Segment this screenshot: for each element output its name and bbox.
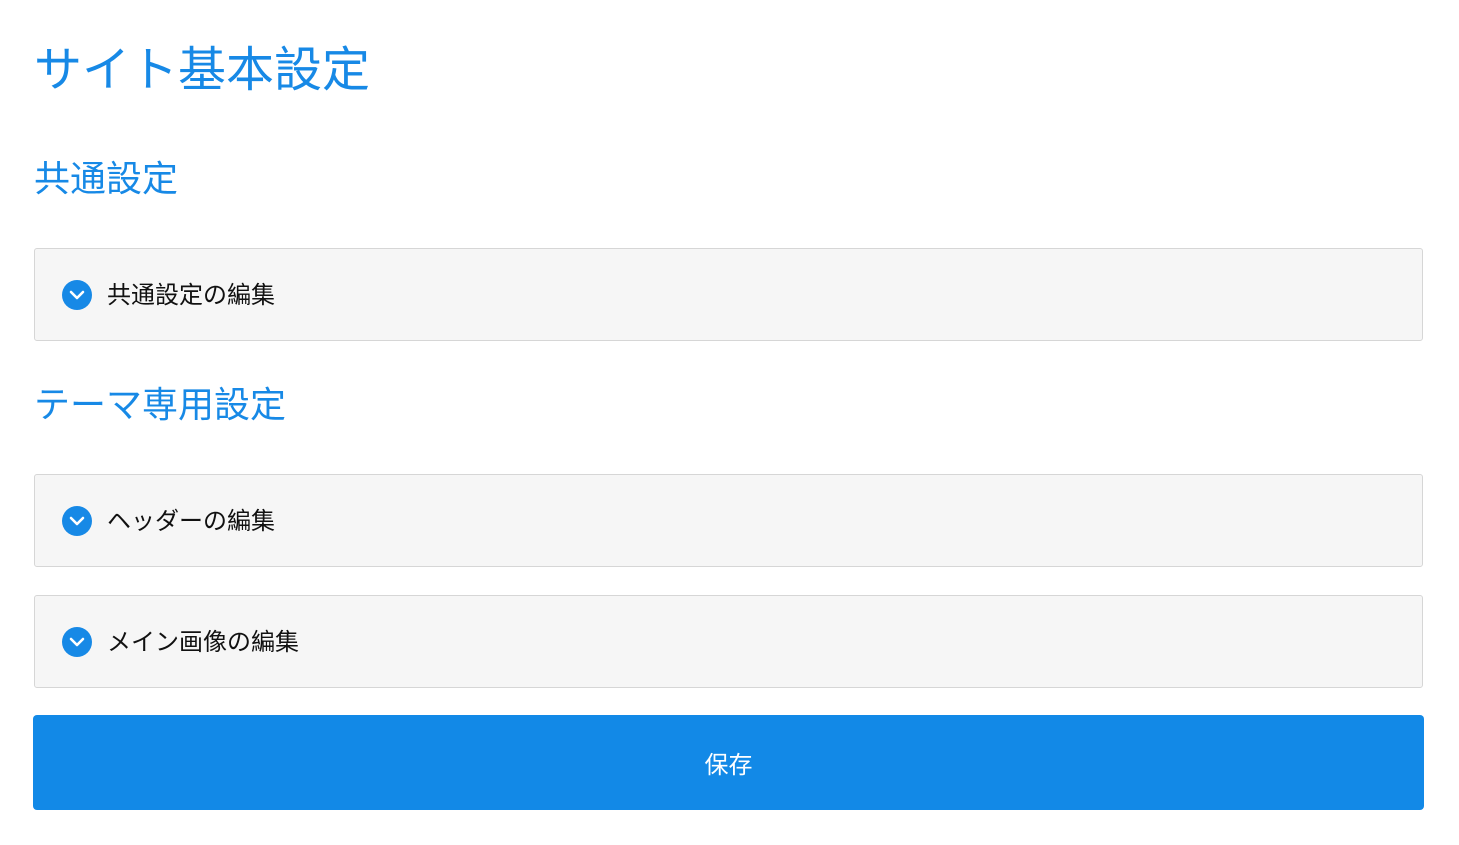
page-title: サイト基本設定 bbox=[34, 42, 371, 98]
accordion-label: 共通設定の編集 bbox=[107, 280, 275, 309]
section-heading-common: 共通設定 bbox=[34, 159, 179, 200]
accordion-common-settings[interactable]: 共通設定の編集 bbox=[34, 248, 1423, 341]
accordion-main-image-settings[interactable]: メイン画像の編集 bbox=[34, 595, 1423, 688]
accordion-label: ヘッダーの編集 bbox=[107, 506, 275, 535]
accordion-header-settings[interactable]: ヘッダーの編集 bbox=[34, 474, 1423, 567]
chevron-down-icon bbox=[62, 505, 92, 536]
section-heading-theme: テーマ専用設定 bbox=[34, 385, 287, 426]
site-settings-page: サイト基本設定 共通設定 共通設定の編集 テーマ専用設定 ヘッダーの編集 メイン… bbox=[0, 0, 1459, 845]
save-button[interactable]: 保存 bbox=[33, 715, 1424, 810]
accordion-label: メイン画像の編集 bbox=[107, 627, 299, 656]
chevron-down-icon bbox=[62, 279, 92, 310]
chevron-down-icon bbox=[62, 626, 92, 657]
